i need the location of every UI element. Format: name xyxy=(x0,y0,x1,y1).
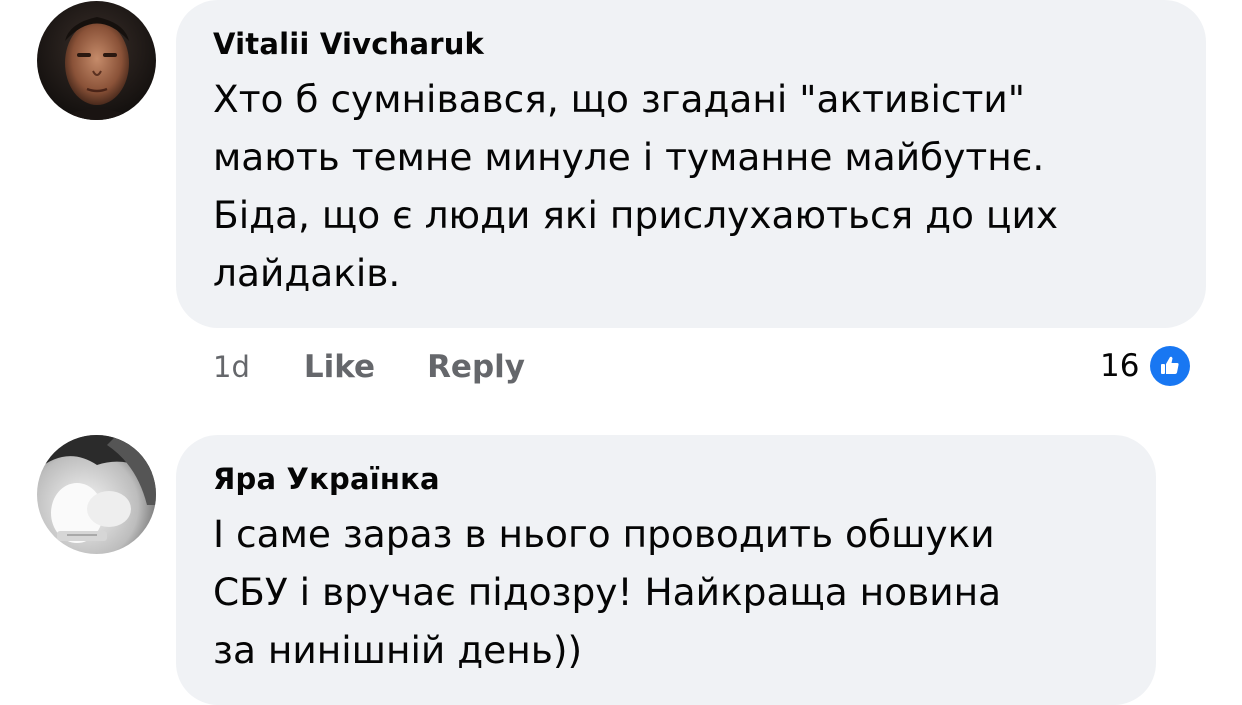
comment-line: за нинішній день)) xyxy=(213,628,583,672)
reaction-summary[interactable]: 16 xyxy=(1100,342,1194,390)
comment-author[interactable]: Яра Українка xyxy=(213,461,1118,497)
comment-actions: 1d Like Reply xyxy=(213,345,577,389)
comment-bubble: Яра Українка І саме зараз в нього провод… xyxy=(176,435,1156,705)
reaction-count: 16 xyxy=(1100,348,1140,384)
comment-author[interactable]: Vitalii Vivcharuk xyxy=(213,26,1168,62)
avatar[interactable] xyxy=(37,435,156,554)
comment-line: Біда, що є люди які прислухаються до цих xyxy=(213,193,1059,237)
comment-text: І саме зараз в нього проводить обшуки СБ… xyxy=(213,505,1118,679)
comment-text: Хто б сумнівався, що згадані "активісти"… xyxy=(213,70,1168,302)
avatar-photo-icon xyxy=(37,1,156,120)
comment-timestamp[interactable]: 1d xyxy=(213,350,250,384)
comment-line: І саме зараз в нього проводить обшуки xyxy=(213,512,995,556)
reply-button[interactable]: Reply xyxy=(427,349,525,385)
thumbs-up-icon xyxy=(1147,343,1194,389)
comment-line: Хто б сумнівався, що згадані "активісти" xyxy=(213,77,1025,121)
comment-line: СБУ і вручає підозру! Найкраща новина xyxy=(213,570,1002,614)
avatar-photo-icon xyxy=(37,435,156,554)
avatar[interactable] xyxy=(37,1,156,120)
comment-line: мають темне минуле і туманне майбутнє. xyxy=(213,135,1045,179)
like-button[interactable]: Like xyxy=(304,349,375,385)
comment-bubble: Vitalii Vivcharuk Хто б сумнівався, що з… xyxy=(176,0,1206,328)
comment-line: лайдаків. xyxy=(213,251,401,295)
